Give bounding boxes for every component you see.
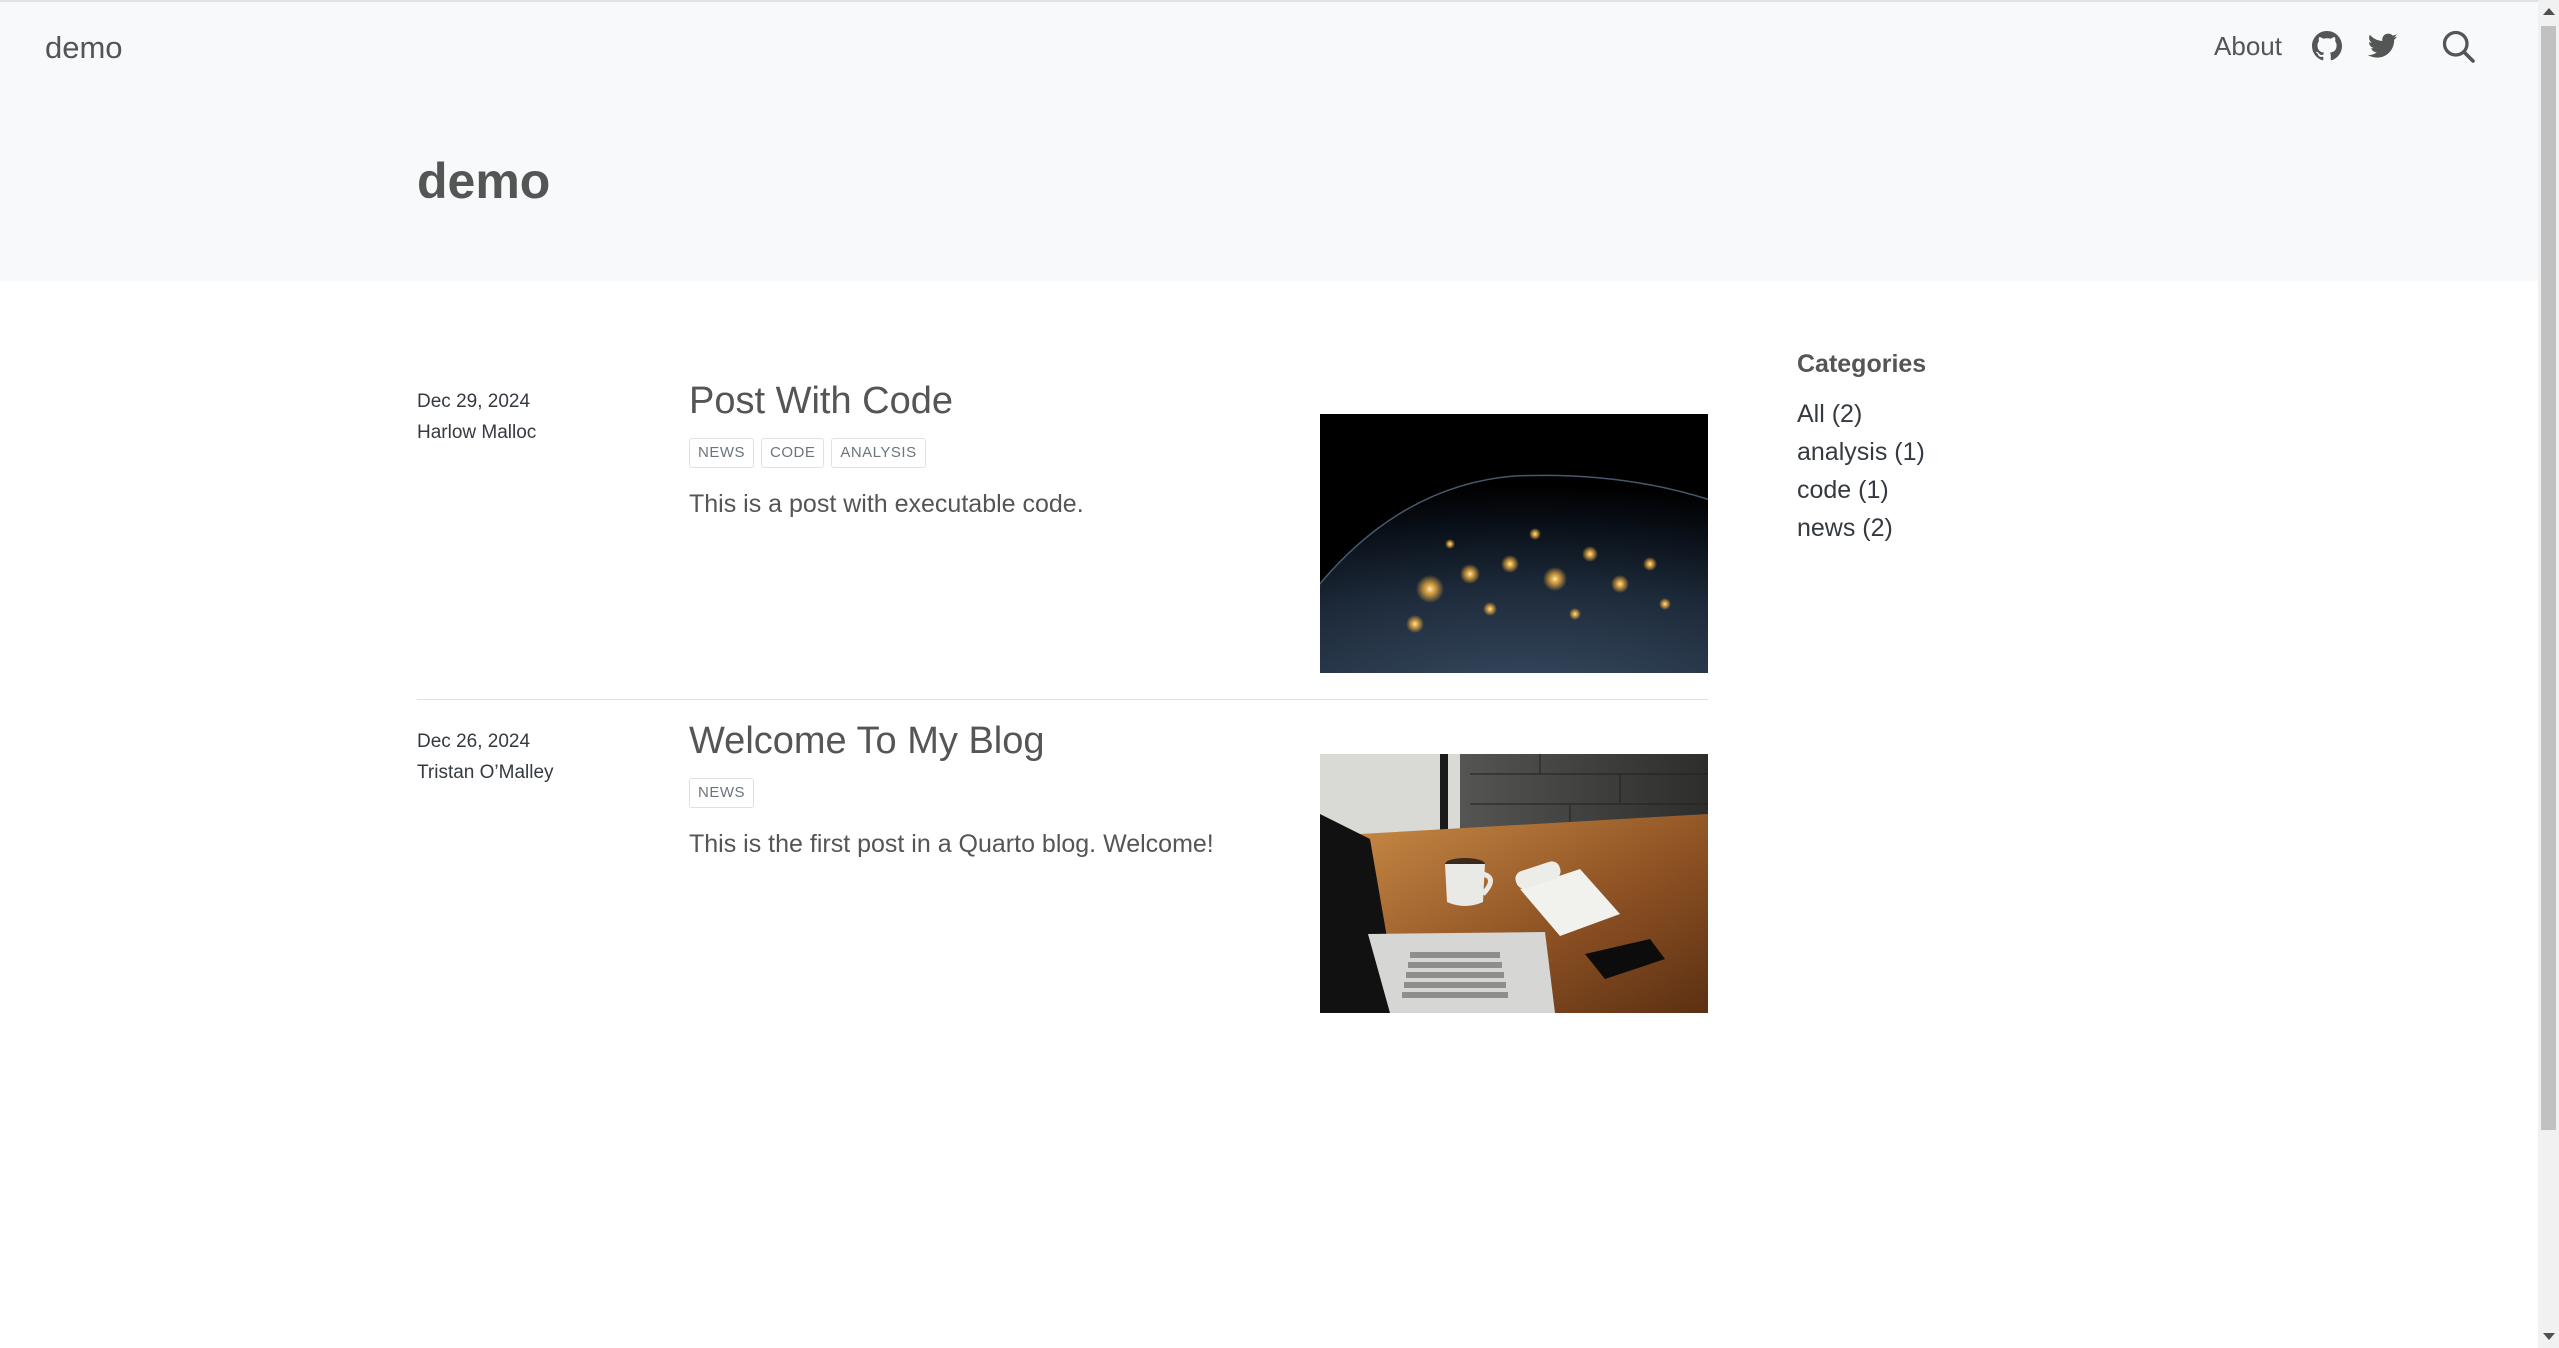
post-listing: Dec 29, 2024 Harlow Malloc Post With Cod…: [417, 360, 1708, 1060]
category-pill[interactable]: CODE: [761, 438, 825, 468]
github-icon[interactable]: [2310, 29, 2344, 63]
post-description: This is a post with executable code.: [689, 490, 1084, 518]
hero-band: demo About demo: [0, 0, 2538, 281]
post-author: Tristan O’Malley: [417, 762, 554, 783]
scrollbar-thumb[interactable]: [2541, 26, 2556, 1130]
post-meta: Dec 26, 2024 Tristan O’Malley: [417, 726, 554, 788]
post-body: Welcome To My Blog NEWS This is the firs…: [689, 716, 1249, 862]
category-filter-news[interactable]: news (2): [1797, 509, 1926, 547]
nav-about-link[interactable]: About: [2214, 31, 2282, 62]
post-thumbnail-earth-at-night[interactable]: [1320, 414, 1708, 673]
page-title: demo: [417, 153, 551, 209]
category-filter-code[interactable]: code (1): [1797, 471, 1926, 509]
vertical-scrollbar[interactable]: [2538, 0, 2559, 1348]
category-filter-all[interactable]: All (2): [1797, 395, 1926, 433]
category-pill[interactable]: ANALYSIS: [831, 438, 926, 468]
post-meta: Dec 29, 2024 Harlow Malloc: [417, 386, 536, 448]
post-date: Dec 29, 2024: [417, 391, 531, 412]
category-pill[interactable]: NEWS: [689, 778, 754, 808]
categories-sidebar: Categories All (2) analysis (1) code (1)…: [1797, 350, 1926, 547]
category-pill[interactable]: NEWS: [689, 438, 754, 468]
scroll-down-arrow-icon[interactable]: [2543, 1333, 2555, 1340]
post-item[interactable]: Dec 26, 2024 Tristan O’Malley Welcome To…: [417, 700, 1708, 1060]
post-categories: NEWS: [689, 778, 1249, 808]
post-item[interactable]: Dec 29, 2024 Harlow Malloc Post With Cod…: [417, 360, 1708, 700]
twitter-icon[interactable]: [2366, 29, 2400, 63]
post-date: Dec 26, 2024: [417, 731, 531, 752]
categories-title: Categories: [1797, 350, 1927, 378]
category-filter-analysis[interactable]: analysis (1): [1797, 433, 1926, 471]
search-icon[interactable]: [2438, 26, 2478, 66]
blog-page: demo About demo Dec 29, 2024 Harlow Mall…: [0, 0, 2538, 1348]
post-categories: NEWS CODE ANALYSIS: [689, 438, 1249, 468]
post-thumbnail-laptop-desk[interactable]: [1320, 754, 1708, 1013]
post-title[interactable]: Welcome To My Blog: [689, 716, 1249, 766]
post-title[interactable]: Post With Code: [689, 376, 1249, 426]
scroll-up-arrow-icon[interactable]: [2543, 8, 2555, 15]
navbar-right: About: [2214, 26, 2478, 66]
post-description: This is the first post in a Quarto blog.…: [689, 830, 1214, 858]
post-body: Post With Code NEWS CODE ANALYSIS This i…: [689, 376, 1249, 522]
categories-list: All (2) analysis (1) code (1) news (2): [1797, 395, 1926, 547]
post-author: Harlow Malloc: [417, 422, 537, 443]
site-brand[interactable]: demo: [45, 30, 123, 66]
